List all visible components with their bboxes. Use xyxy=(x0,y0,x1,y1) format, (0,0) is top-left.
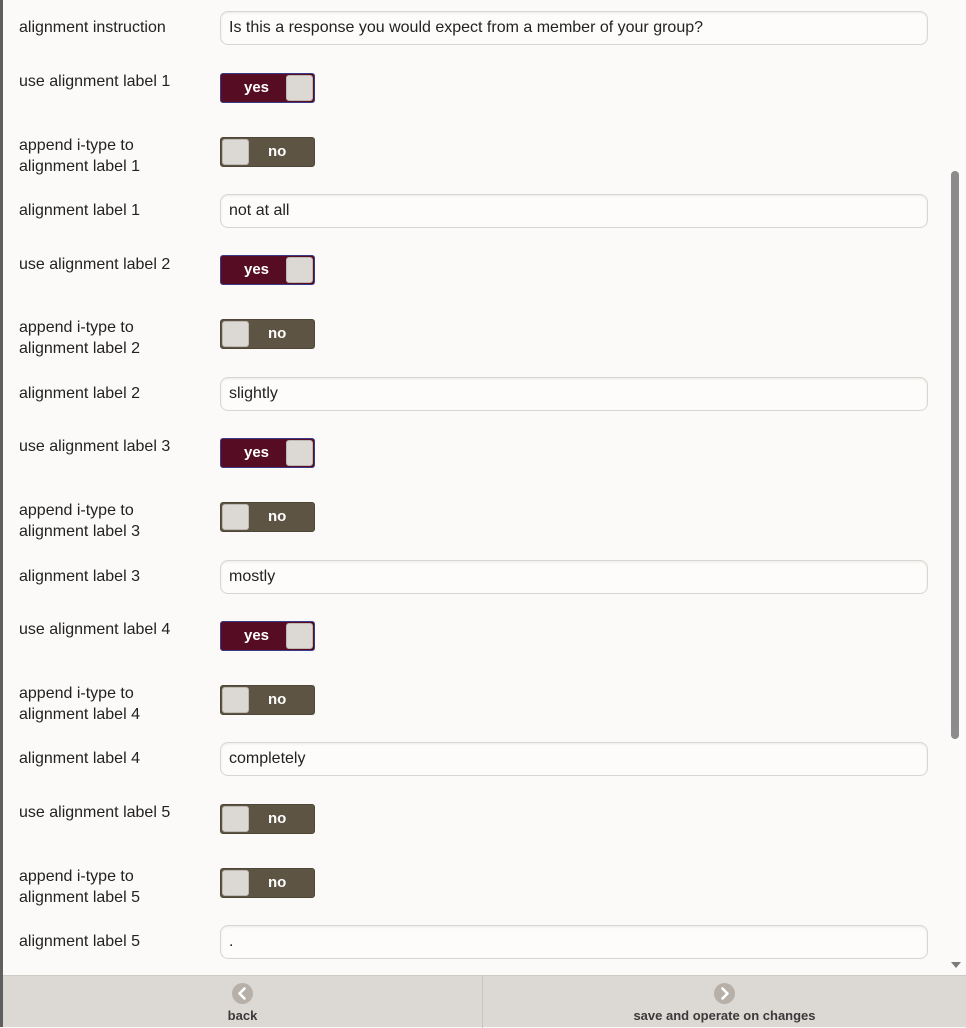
use-alignment-label-4-toggle[interactable]: yes xyxy=(220,621,315,651)
toggle-state-text: no xyxy=(268,810,287,827)
alignment-label-2-label: alignment label 2 xyxy=(19,385,140,402)
use-alignment-label-3-toggle[interactable]: yes xyxy=(220,438,315,468)
toggle-state-text: yes xyxy=(244,627,270,644)
alignment-label-5-input[interactable]: . xyxy=(220,925,928,959)
toggle-knob xyxy=(286,75,313,101)
append-itype-label-1-toggle[interactable]: no xyxy=(220,137,315,167)
alignment-label-1-input[interactable]: not at all xyxy=(220,194,928,228)
alignment-label-4-input[interactable]: completely xyxy=(220,742,928,776)
toggle-state-text: yes xyxy=(244,444,270,461)
alignment-label-3-label: alignment label 3 xyxy=(19,568,140,585)
append-itype-label-5-label: append i-type to alignment label 5 xyxy=(19,868,140,906)
append-itype-label-3-label: append i-type to alignment label 3 xyxy=(19,502,140,540)
use-alignment-label-2-label: use alignment label 2 xyxy=(19,256,171,273)
toggle-state-text: no xyxy=(268,874,287,891)
append-itype-label-3-toggle[interactable]: no xyxy=(220,502,315,532)
append-itype-label-4-toggle[interactable]: no xyxy=(220,685,315,715)
alignment-label-5-label: alignment label 5 xyxy=(19,933,140,950)
toggle-knob xyxy=(286,440,313,466)
alignment-label-2-input[interactable]: slightly xyxy=(220,377,928,411)
toggle-state-text: yes xyxy=(244,261,270,278)
toggle-knob xyxy=(222,139,249,165)
scrollbar-thumb[interactable] xyxy=(951,171,959,739)
toggle-knob xyxy=(222,504,249,530)
chevron-right-icon xyxy=(714,983,735,1004)
append-itype-label-2-toggle[interactable]: no xyxy=(220,319,315,349)
back-button[interactable]: back xyxy=(3,976,482,1028)
use-alignment-label-5-label: use alignment label 5 xyxy=(19,804,171,821)
toggle-state-text: yes xyxy=(244,79,270,96)
footer-bar: back save and operate on changes xyxy=(3,975,966,1028)
append-itype-label-4-label: append i-type to alignment label 4 xyxy=(19,685,140,723)
back-button-label: back xyxy=(227,1008,258,1023)
toggle-knob xyxy=(222,870,249,896)
toggle-knob xyxy=(222,806,249,832)
use-alignment-label-3-label: use alignment label 3 xyxy=(19,438,171,455)
toggle-state-text: no xyxy=(268,691,287,708)
use-alignment-label-1-toggle[interactable]: yes xyxy=(220,73,315,103)
use-alignment-label-4-label: use alignment label 4 xyxy=(19,621,171,638)
use-alignment-label-5-toggle[interactable]: no xyxy=(220,804,315,834)
chevron-left-icon xyxy=(232,983,253,1004)
alignment-instruction-label: alignment instruction xyxy=(19,19,166,36)
toggle-state-text: no xyxy=(268,143,287,160)
scroll-down-arrow-icon[interactable] xyxy=(951,962,961,968)
save-and-operate-button-label: save and operate on changes xyxy=(633,1008,816,1023)
use-alignment-label-1-label: use alignment label 1 xyxy=(19,73,171,90)
append-itype-label-1-label: append i-type to alignment label 1 xyxy=(19,137,140,175)
toggle-state-text: no xyxy=(268,508,287,525)
vertical-scrollbar[interactable] xyxy=(949,0,966,975)
alignment-label-1-label: alignment label 1 xyxy=(19,202,140,219)
toggle-knob xyxy=(286,623,313,649)
save-and-operate-button[interactable]: save and operate on changes xyxy=(483,976,966,1028)
alignment-instruction-input[interactable]: Is this a response you would expect from… xyxy=(220,11,928,45)
toggle-knob xyxy=(222,687,249,713)
use-alignment-label-2-toggle[interactable]: yes xyxy=(220,255,315,285)
toggle-state-text: no xyxy=(268,325,287,342)
append-itype-label-5-toggle[interactable]: no xyxy=(220,868,315,898)
alignment-label-3-input[interactable]: mostly xyxy=(220,560,928,594)
append-itype-label-2-label: append i-type to alignment label 2 xyxy=(19,319,140,357)
toggle-knob xyxy=(222,321,249,347)
toggle-knob xyxy=(286,257,313,283)
alignment-label-4-label: alignment label 4 xyxy=(19,750,140,767)
settings-form: alignment instruction Is this a response… xyxy=(3,0,949,975)
